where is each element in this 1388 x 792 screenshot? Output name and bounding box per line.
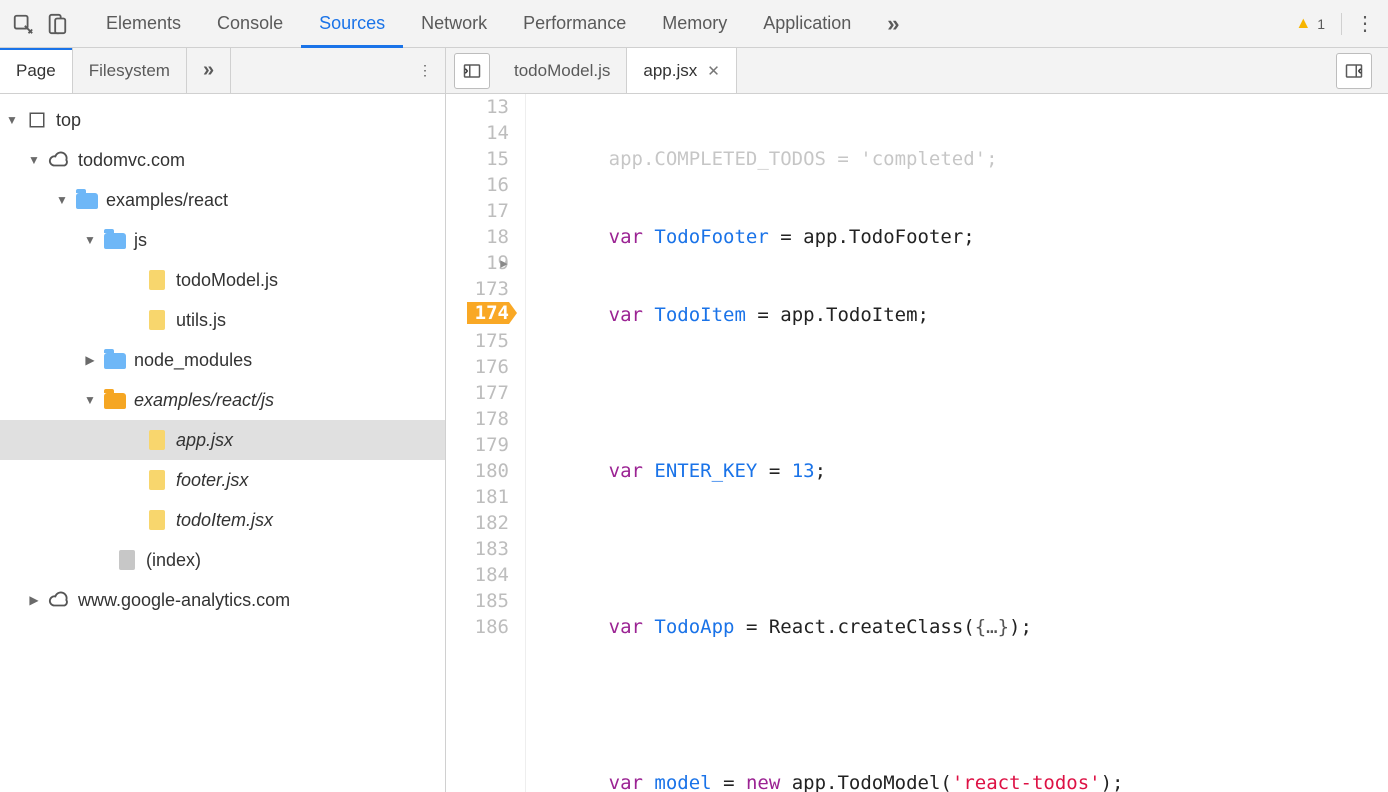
line-number[interactable]: 183 (446, 536, 509, 562)
device-toggle-icon[interactable] (40, 7, 74, 41)
warning-badge[interactable]: ▲ 1 (1285, 15, 1335, 33)
tree-file-utils[interactable]: utils.js (0, 300, 445, 340)
inspect-icon[interactable] (6, 7, 40, 41)
code-line (540, 692, 1215, 718)
code-line: var ENTER_KEY = 13; (540, 458, 1215, 484)
frame-icon (26, 109, 48, 131)
tree-file-appjsx[interactable]: app.jsx (0, 420, 445, 460)
line-number[interactable]: 176 (446, 354, 509, 380)
file-icon (149, 310, 165, 330)
tree-file-footerjsx[interactable]: footer.jsx (0, 460, 445, 500)
folder-icon (104, 233, 126, 249)
code-line: var TodoApp = React.createClass({…}); (540, 614, 1215, 640)
line-number[interactable]: 186 (446, 614, 509, 640)
folder-icon (104, 393, 126, 409)
tab-elements[interactable]: Elements (88, 0, 199, 47)
sources-subbar: Page Filesystem » ⋮ todoModel.js app.jsx… (0, 48, 1388, 94)
code-line (540, 380, 1215, 406)
settings-kebab-icon[interactable]: ⋮ (1348, 11, 1382, 36)
line-number[interactable]: 178 (446, 406, 509, 432)
close-icon[interactable]: ✕ (707, 62, 720, 80)
file-icon (149, 510, 165, 530)
line-gutter[interactable]: 13141516171819▸1731741751761771781791801… (446, 94, 526, 792)
file-tab-appjsx[interactable]: app.jsx ✕ (626, 48, 736, 93)
line-number[interactable]: 174 (446, 302, 509, 328)
line-number[interactable]: 184 (446, 562, 509, 588)
code-line: var TodoItem = app.TodoItem; (540, 302, 1215, 328)
code-line: app.COMPLETED_TODOS = 'completed'; (540, 146, 1215, 172)
tab-application[interactable]: Application (745, 0, 869, 47)
line-number[interactable]: 19▸ (446, 250, 509, 276)
file-tab-label: app.jsx (643, 61, 697, 81)
line-number[interactable]: 13 (446, 94, 509, 120)
code-area[interactable]: app.COMPLETED_TODOS = 'completed'; var T… (526, 94, 1215, 792)
line-number[interactable]: 180 (446, 458, 509, 484)
line-number[interactable]: 185 (446, 588, 509, 614)
tree-file-todomodel[interactable]: todoModel.js (0, 260, 445, 300)
navigator-tree: top todomvc.com examples/react js todoMo (0, 94, 446, 792)
navigator-kebab-icon[interactable]: ⋮ (405, 48, 445, 93)
sources-main: top todomvc.com examples/react js todoMo (0, 94, 1388, 792)
tab-network[interactable]: Network (403, 0, 505, 47)
tree-top-frame[interactable]: top (0, 100, 445, 140)
file-tab-label: todoModel.js (514, 61, 610, 81)
line-number[interactable]: 16 (446, 172, 509, 198)
tree-domain-ga[interactable]: www.google-analytics.com (0, 580, 445, 620)
panel-toggle-right-icon[interactable] (1336, 53, 1372, 89)
line-number[interactable]: 175 (446, 328, 509, 354)
editor-tabstrip: todoModel.js app.jsx ✕ (446, 48, 1388, 93)
tree-folder-js[interactable]: js (0, 220, 445, 260)
folder-icon (76, 193, 98, 209)
navigator-tabstrip: Page Filesystem » ⋮ (0, 48, 446, 93)
tree-file-index[interactable]: (index) (0, 540, 445, 580)
file-icon (119, 550, 135, 570)
code-line: var TodoFooter = app.TodoFooter; (540, 224, 1215, 250)
warning-count: 1 (1317, 16, 1325, 32)
file-icon (149, 430, 165, 450)
breakpoint-marker[interactable]: 174 (467, 302, 517, 324)
code-editor[interactable]: 13141516171819▸1731741751761771781791801… (446, 94, 1388, 792)
line-number[interactable]: 14 (446, 120, 509, 146)
fold-arrow-icon[interactable]: ▸ (497, 250, 511, 276)
line-number[interactable]: 17 (446, 198, 509, 224)
code-line (540, 536, 1215, 562)
line-number[interactable]: 179 (446, 432, 509, 458)
subtab-page[interactable]: Page (0, 48, 73, 93)
cloud-icon (48, 149, 70, 171)
code-line: var model = new app.TodoModel('react-tod… (540, 770, 1215, 792)
subtab-filesystem[interactable]: Filesystem (73, 48, 187, 93)
file-tab-todomodel[interactable]: todoModel.js (498, 48, 626, 93)
tree-folder-nodemodules[interactable]: node_modules (0, 340, 445, 380)
file-icon (149, 270, 165, 290)
line-number[interactable]: 177 (446, 380, 509, 406)
tree-folder-examples-react-js[interactable]: examples/react/js (0, 380, 445, 420)
line-number[interactable]: 173 (446, 276, 509, 302)
line-number[interactable]: 182 (446, 510, 509, 536)
line-number[interactable]: 18 (446, 224, 509, 250)
file-icon (149, 470, 165, 490)
folder-icon (104, 353, 126, 369)
tree-folder-examples-react[interactable]: examples/react (0, 180, 445, 220)
tree-domain[interactable]: todomvc.com (0, 140, 445, 180)
tree-file-todoitemjsx[interactable]: todoItem.jsx (0, 500, 445, 540)
devtools-top-tabbar: Elements Console Sources Network Perform… (0, 0, 1388, 48)
subtab-overflow-icon[interactable]: » (187, 48, 231, 93)
separator (1341, 13, 1342, 35)
line-number[interactable]: 181 (446, 484, 509, 510)
tabs-overflow-icon[interactable]: » (869, 0, 917, 47)
tab-console[interactable]: Console (199, 0, 301, 47)
panel-toggle-left-icon[interactable] (454, 53, 490, 89)
tab-sources[interactable]: Sources (301, 0, 403, 47)
line-number[interactable]: 15 (446, 146, 509, 172)
tab-memory[interactable]: Memory (644, 0, 745, 47)
warning-icon: ▲ (1295, 15, 1311, 33)
tab-performance[interactable]: Performance (505, 0, 644, 47)
cloud-icon (48, 589, 70, 611)
